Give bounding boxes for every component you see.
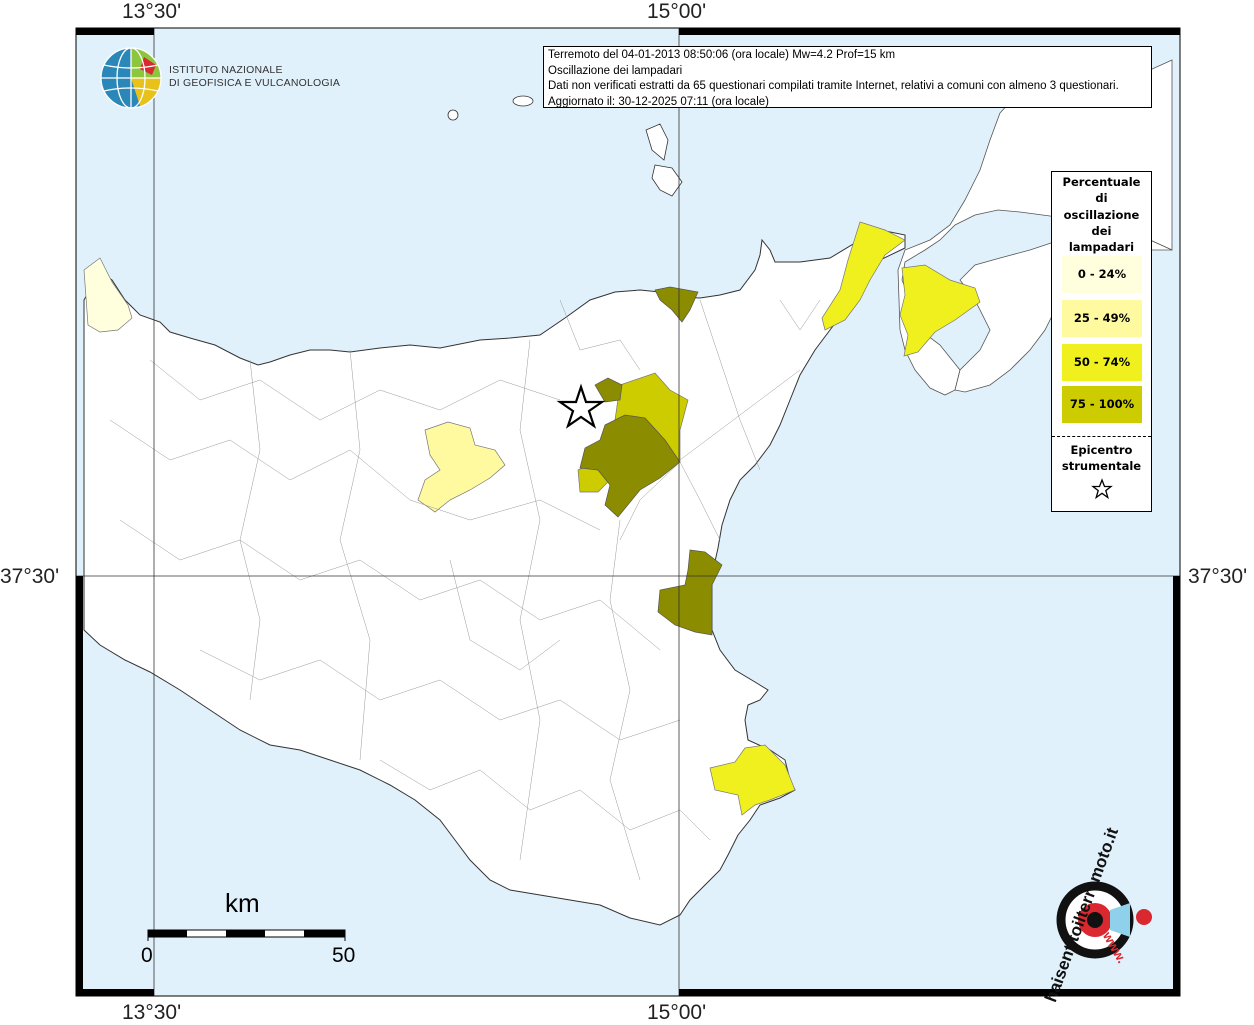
ingv-globe-icon	[100, 47, 162, 109]
legend-epicenter-line: Epicentro	[1070, 443, 1133, 457]
lat-label-left: 37°30'	[0, 565, 60, 588]
legend-item-0-24: 0 - 24%	[1062, 256, 1142, 293]
ingv-line-1: ISTITUTO NAZIONALE	[169, 64, 283, 76]
scale-unit: km	[225, 888, 260, 918]
legend-star-icon	[1091, 478, 1113, 500]
legend-item-25-49: 25 - 49%	[1062, 300, 1142, 337]
scale-max: 50	[332, 944, 356, 967]
info-line-3: Dati non verificati estratti da 65 quest…	[548, 80, 1119, 92]
legend-title: Percentuale di oscillazione dei lampadar…	[1052, 174, 1151, 255]
legend-epicenter-line: strumentale	[1061, 459, 1142, 473]
info-line-2: Oscillazione dei lampadari	[548, 64, 683, 77]
legend-title-line: oscillazione	[1063, 207, 1140, 222]
earthquake-info-box: Terremoto del 04-01-2013 08:50:06 (ora l…	[543, 46, 1152, 108]
lon-label-bottom-left: 13°30'	[122, 1001, 182, 1024]
ingv-line-2: DI GEOFISICA E VULCANOLOGIA	[169, 77, 341, 89]
legend-title-line: dei	[1091, 223, 1112, 238]
lon-label-bottom-right: 15°00'	[647, 1001, 707, 1024]
lon-label-top-right: 15°00'	[647, 0, 707, 23]
legend-title-line: Percentuale	[1062, 175, 1141, 189]
legend-item-75-100: 75 - 100%	[1062, 386, 1142, 423]
info-line-1: Terremoto del 04-01-2013 08:50:06 (ora l…	[548, 49, 896, 61]
legend-separator	[1052, 436, 1151, 437]
lon-label-top-left: 13°30'	[122, 0, 182, 23]
legend-title-line: lampadari	[1068, 240, 1135, 255]
legend: Percentuale di oscillazione dei lampadar…	[1051, 171, 1152, 512]
scale-min: 0	[141, 944, 153, 967]
legend-epicenter-label: Epicentro strumentale	[1052, 442, 1151, 474]
ingv-name: ISTITUTO NAZIONALE DI GEOFISICA E VULCAN…	[169, 64, 340, 90]
island	[447, 109, 459, 121]
legend-item-50-74: 50 - 74%	[1062, 344, 1142, 381]
legend-title-line: di	[1095, 191, 1108, 206]
lat-label-right: 37°30'	[1188, 565, 1248, 588]
info-line-4: Aggiornato il: 30-12-2025 07:11 (ora loc…	[548, 95, 769, 108]
island	[512, 95, 534, 107]
